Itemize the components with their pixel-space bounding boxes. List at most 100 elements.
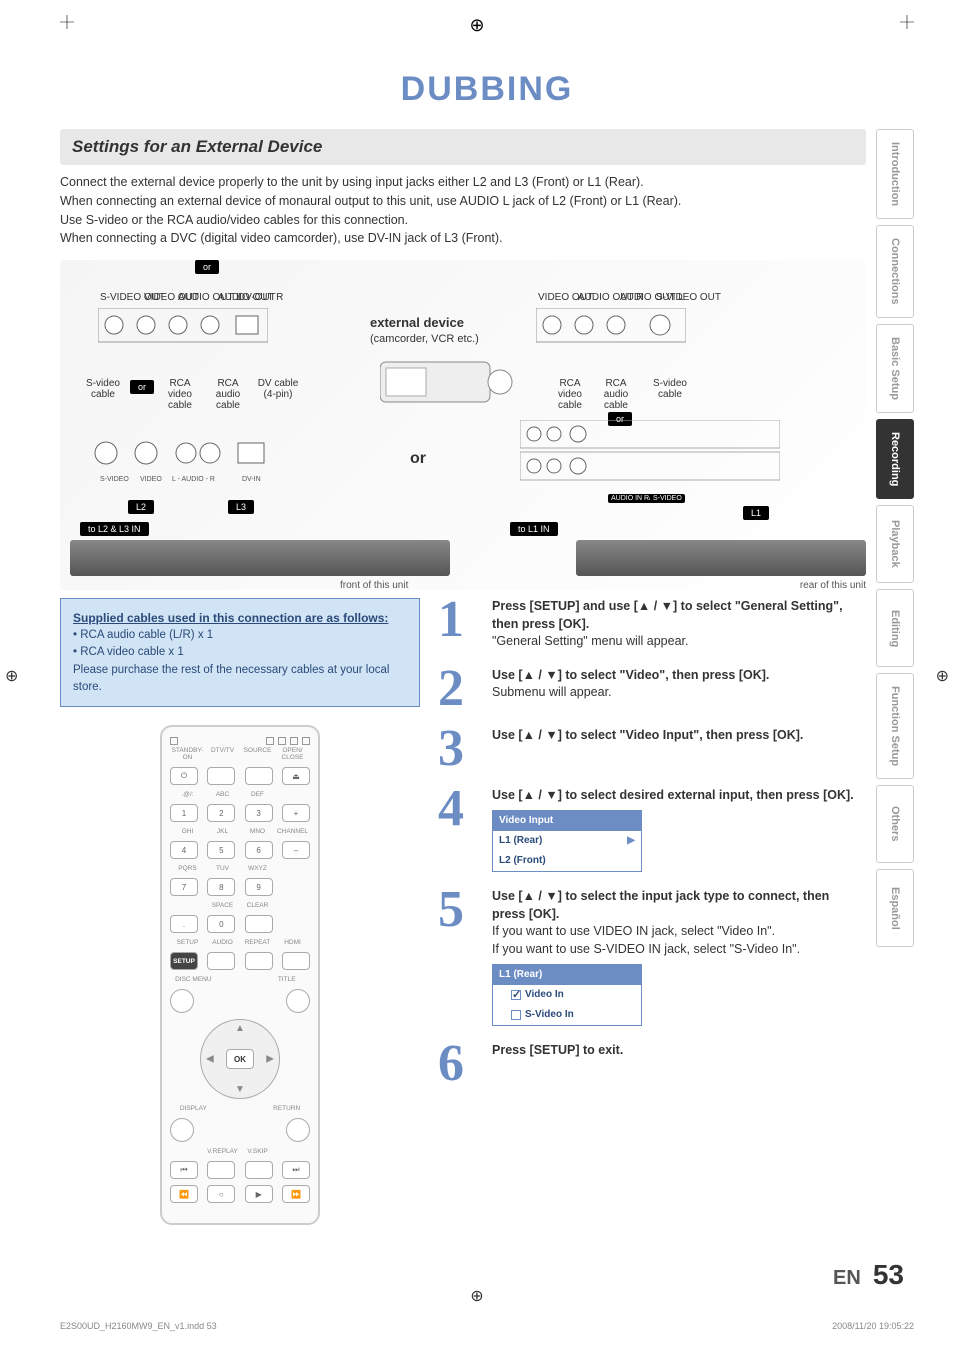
remote-label: PQRS bbox=[170, 865, 205, 872]
crop-tl-icon bbox=[60, 15, 74, 29]
remote-control-diagram: STANDBY-ONDTV/TVSOURCEOPEN/ CLOSE ⏻⏏ .@/… bbox=[160, 725, 320, 1225]
checkbox-checked-icon bbox=[511, 990, 521, 1000]
remote-label bbox=[275, 902, 310, 909]
step-number: 4 bbox=[438, 787, 482, 831]
repeat-button bbox=[245, 952, 273, 970]
disc-menu-label: DISC MENU bbox=[170, 976, 217, 983]
remote-label: DEF bbox=[240, 791, 275, 798]
tab-connections[interactable]: Connections bbox=[876, 225, 914, 318]
step-head: Press [SETUP] and use [▲ / ▼] to select … bbox=[492, 599, 843, 631]
l3-badge: L3 bbox=[228, 500, 254, 514]
osd-row: L2 (Front) bbox=[499, 854, 546, 868]
svg-text:L - AUDIO - R: L - AUDIO - R bbox=[172, 476, 215, 483]
or-pill: or bbox=[130, 380, 154, 394]
up-arrow-icon: ▲ bbox=[235, 1023, 245, 1034]
intro-line: Use S-video or the RCA audio/video cable… bbox=[60, 211, 866, 230]
remote-label: CHANNEL bbox=[275, 828, 310, 835]
ext-dev-text: external device bbox=[370, 315, 464, 330]
remote-label: WXYZ bbox=[240, 865, 275, 872]
vreplay-button bbox=[207, 1161, 235, 1179]
vskip-label: V.SKIP bbox=[240, 1148, 275, 1155]
external-device-label: external device (camcorder, VCR etc.) bbox=[370, 315, 479, 345]
play-button: ▶ bbox=[245, 1185, 273, 1203]
display-label: DISPLAY bbox=[170, 1105, 217, 1112]
crop-tr-icon bbox=[900, 15, 914, 29]
step-number: 5 bbox=[438, 888, 482, 932]
remote-label bbox=[170, 902, 205, 909]
rew-button: ⏪ bbox=[170, 1185, 198, 1203]
num-8-button: 8 bbox=[207, 878, 235, 896]
front-caption: front of this unit bbox=[340, 580, 408, 591]
remote-label: MNO bbox=[240, 828, 275, 835]
next-button: ⏭ bbox=[282, 1161, 310, 1179]
step-body-text: If you want to use VIDEO IN jack, select… bbox=[492, 924, 775, 938]
blue-box-line: • RCA video cable x 1 bbox=[73, 644, 407, 661]
step-number: 2 bbox=[438, 667, 482, 711]
step-head: Use [▲ / ▼] to select "Video Input", the… bbox=[492, 728, 803, 742]
osd-row: L1 (Rear) bbox=[499, 834, 542, 848]
tab-function-setup[interactable]: Function Setup bbox=[876, 673, 914, 779]
remote-label: DTV/TV bbox=[205, 747, 240, 761]
tab-basic-setup[interactable]: Basic Setup bbox=[876, 324, 914, 413]
remote-label: ABC bbox=[205, 791, 240, 798]
tab-espanol[interactable]: Español bbox=[876, 869, 914, 947]
dpad: OK ▲ ▼ ◀ ▶ bbox=[200, 1019, 280, 1099]
step-head: Use [▲ / ▼] to select the input jack typ… bbox=[492, 889, 829, 921]
remote-label: .@/: bbox=[170, 791, 205, 798]
crop-bottom-icon: ⊕ bbox=[470, 1286, 483, 1306]
left-arrow-icon: ◀ bbox=[206, 1054, 214, 1065]
step-5: 5 Use [▲ / ▼] to select the input jack t… bbox=[438, 888, 866, 1026]
source-button bbox=[245, 767, 273, 785]
jack-label: S-VIDEO OUT bbox=[656, 292, 721, 303]
remote-label: OPEN/ CLOSE bbox=[275, 747, 310, 761]
indd-filename: E2S00UD_H2160MW9_EN_v1.indd 53 bbox=[60, 1321, 217, 1331]
cable-label: RCA video cable bbox=[160, 378, 200, 411]
remote-label: AUDIO bbox=[205, 939, 240, 946]
tab-playback[interactable]: Playback bbox=[876, 505, 914, 583]
remote-label: JKL bbox=[205, 828, 240, 835]
num-1-button: 1 bbox=[170, 804, 198, 822]
cable-label: RCA audio cable bbox=[596, 378, 636, 411]
section-tabs: Introduction Connections Basic Setup Rec… bbox=[876, 129, 914, 1225]
num-9-button: 9 bbox=[245, 878, 273, 896]
num-6-button: 6 bbox=[245, 841, 273, 859]
svg-text:VIDEO: VIDEO bbox=[140, 476, 162, 483]
section-heading: Settings for an External Device bbox=[60, 129, 866, 165]
remote-label bbox=[275, 865, 310, 872]
tab-others[interactable]: Others bbox=[876, 785, 914, 863]
step-6: 6 Press [SETUP] to exit. bbox=[438, 1042, 866, 1086]
crop-left-icon: ⊕ bbox=[5, 666, 18, 686]
rear-jacks-icon bbox=[520, 420, 780, 500]
dtv-button bbox=[207, 767, 235, 785]
checkbox-icon bbox=[511, 1010, 521, 1020]
right-arrow-icon: ▶ bbox=[266, 1054, 274, 1065]
tab-recording[interactable]: Recording bbox=[876, 419, 914, 499]
osd-heading: L1 (Rear) bbox=[493, 965, 641, 985]
or-pill: or bbox=[195, 260, 219, 274]
prev-button: ⏮ bbox=[170, 1161, 198, 1179]
vskip-button bbox=[245, 1161, 273, 1179]
standby-button: ⏻ bbox=[170, 767, 198, 785]
blue-box-line: • RCA audio cable (L/R) x 1 bbox=[73, 627, 407, 644]
manual-page: ⊕ ⊕ ⊕ ⊕ DUBBING Settings for an External… bbox=[0, 0, 954, 1351]
step-head: Use [▲ / ▼] to select desired external i… bbox=[492, 788, 854, 802]
tab-editing[interactable]: Editing bbox=[876, 589, 914, 667]
step-number: 3 bbox=[438, 727, 482, 771]
camcorder-icon bbox=[380, 352, 520, 412]
osd-l1-rear: L1 (Rear) Video In S-Video In bbox=[492, 964, 642, 1026]
num-0-button: 0 bbox=[207, 915, 235, 933]
crop-right-icon: ⊕ bbox=[936, 666, 949, 686]
step-head: Use [▲ / ▼] to select "Video", then pres… bbox=[492, 668, 769, 682]
tab-introduction[interactable]: Introduction bbox=[876, 129, 914, 219]
vreplay-label: V.REPLAY bbox=[205, 1148, 240, 1155]
remote-label: TUV bbox=[205, 865, 240, 872]
remote-label: HDMI bbox=[275, 939, 310, 946]
step-number: 6 bbox=[438, 1042, 482, 1086]
to-l2l3-label: to L2 & L3 IN bbox=[80, 522, 149, 536]
page-footer: EN 53 bbox=[833, 1259, 904, 1291]
intro-line: When connecting an external device of mo… bbox=[60, 192, 866, 211]
rec-button: ○ bbox=[207, 1185, 235, 1203]
intro-line: When connecting a DVC (digital video cam… bbox=[60, 229, 866, 248]
jacks-left-icon bbox=[98, 308, 268, 344]
or-label: or bbox=[410, 450, 426, 468]
